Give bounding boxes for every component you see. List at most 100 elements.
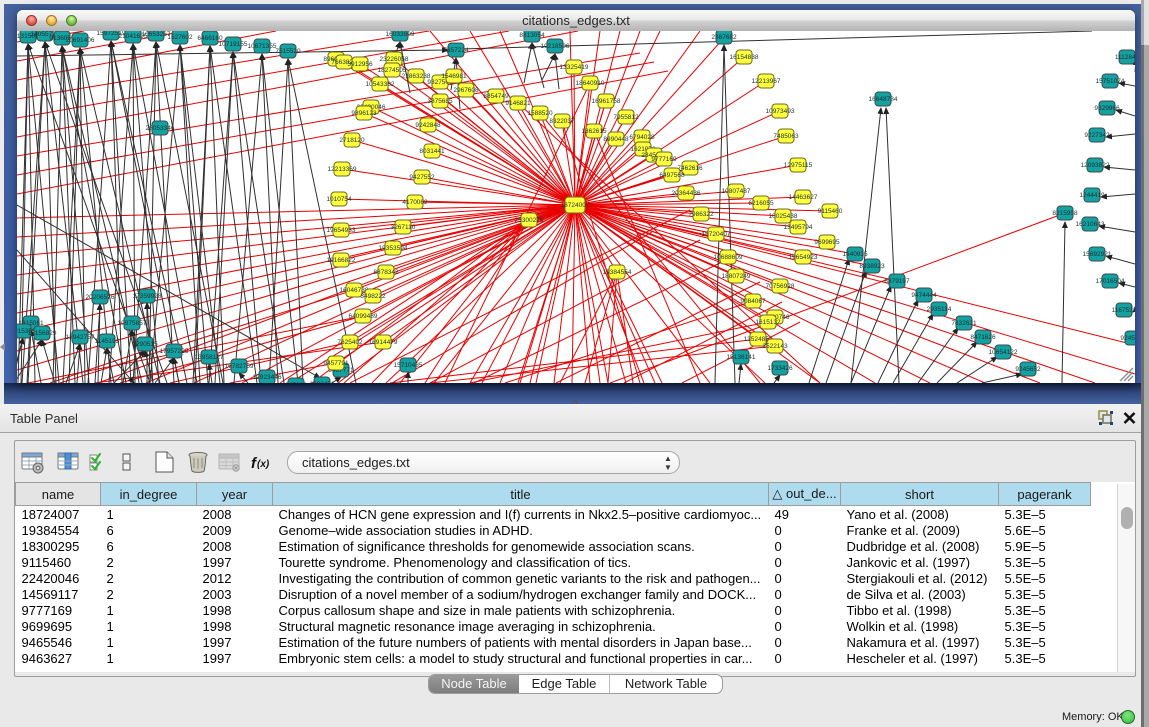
svg-text:9329966: 9329966 [1094, 105, 1120, 112]
svg-text:17359928: 17359928 [133, 293, 162, 300]
svg-text:2522143: 2522143 [762, 343, 788, 350]
svg-text:1290515: 1290515 [132, 341, 158, 348]
svg-text:8471626: 8471626 [970, 334, 996, 341]
svg-text:12156829: 12156829 [28, 330, 57, 337]
svg-text:1546981: 1546981 [441, 73, 467, 80]
svg-text:16154838: 16154838 [730, 54, 759, 61]
svg-text:1010754: 1010754 [326, 196, 352, 203]
svg-text:19384554: 19384554 [603, 269, 632, 276]
svg-text:19654933: 19654933 [327, 227, 356, 234]
svg-text:7986322: 7986322 [688, 211, 714, 218]
svg-text:9457791: 9457791 [323, 360, 349, 367]
svg-text:18640910: 18640910 [576, 80, 605, 87]
svg-text:8031441: 8031441 [419, 148, 445, 155]
svg-text:23226058: 23226058 [380, 56, 409, 63]
svg-text:28053346: 28053346 [146, 125, 175, 132]
svg-text:10671355: 10671355 [248, 43, 277, 50]
svg-text:64099489: 64099489 [349, 313, 378, 320]
svg-text:9896123: 9896123 [351, 110, 377, 117]
svg-text:9777169: 9777169 [651, 156, 677, 163]
svg-text:7485063: 7485063 [773, 133, 799, 140]
svg-text:1733426: 1733426 [767, 365, 793, 372]
svg-text:12213369: 12213369 [328, 166, 357, 173]
svg-text:13958127: 13958127 [195, 354, 224, 361]
svg-text:8813054: 8813054 [519, 32, 545, 39]
svg-text:3267110: 3267110 [391, 224, 416, 231]
svg-text:9427552: 9427552 [409, 174, 435, 181]
svg-text:20364436: 20364436 [672, 190, 701, 197]
svg-text:2387682: 2387682 [711, 34, 737, 41]
svg-text:10025438: 10025438 [769, 213, 798, 220]
svg-text:12093822: 12093822 [1081, 162, 1110, 169]
svg-text:9242848: 9242848 [415, 122, 441, 129]
svg-text:16033809: 16033809 [386, 31, 415, 38]
svg-text:8322037: 8322037 [549, 118, 575, 125]
svg-text:15720407: 15720407 [702, 231, 731, 238]
svg-text:2967608: 2967608 [453, 87, 479, 94]
svg-text:9227342: 9227342 [1084, 132, 1110, 139]
svg-text:1244419: 1244419 [1079, 192, 1105, 199]
svg-text:7955812: 7955812 [613, 114, 639, 121]
svg-text:9245012: 9245012 [1120, 335, 1135, 342]
svg-text:6216055: 6216055 [748, 200, 774, 207]
svg-text:25300275: 25300275 [515, 217, 544, 224]
svg-text:16914479: 16914479 [369, 339, 398, 346]
svg-text:3912956: 3912956 [347, 61, 373, 68]
svg-text:1640935: 1640935 [842, 251, 868, 258]
svg-text:2718120: 2718120 [339, 137, 365, 144]
svg-text:945012: 945012 [285, 382, 307, 383]
svg-text:19353594: 19353594 [379, 245, 408, 252]
svg-text:7515520: 7515520 [275, 48, 301, 55]
svg-text:15710485: 15710485 [394, 362, 423, 369]
svg-text:16782759: 16782759 [225, 363, 254, 370]
svg-text:18724007: 18724007 [561, 202, 590, 209]
svg-text:12942757: 12942757 [66, 334, 95, 341]
svg-text:10719155: 10719155 [219, 41, 248, 48]
svg-text:19166822: 19166822 [327, 257, 356, 264]
svg-text:18807249: 18807249 [722, 273, 751, 280]
svg-text:1145193: 1145193 [95, 338, 120, 345]
svg-text:15692921: 15692921 [1083, 251, 1112, 258]
svg-text:9699695: 9699695 [814, 239, 840, 246]
svg-text:1362615: 1362615 [581, 128, 607, 135]
svg-text:10975857: 10975857 [118, 320, 147, 327]
svg-text:2935114: 2935114 [927, 306, 952, 313]
svg-text:17957225: 17957225 [160, 348, 189, 355]
svg-text:13495794: 13495794 [784, 224, 813, 231]
svg-text:4170062: 4170062 [402, 199, 428, 206]
svg-text:6497568: 6497568 [659, 172, 685, 179]
svg-text:20691406: 20691406 [66, 37, 95, 44]
svg-text:(x): (x) [257, 459, 270, 470]
svg-text:9474444: 9474444 [911, 292, 937, 299]
svg-text:9146821: 9146821 [505, 100, 531, 107]
svg-text:14463627: 14463627 [789, 194, 818, 201]
svg-text:8938923: 8938923 [859, 263, 885, 270]
svg-text:1588520: 1588520 [527, 110, 553, 117]
svg-text:10973493: 10973493 [766, 108, 795, 115]
svg-text:10688609: 10688609 [714, 254, 743, 261]
svg-text:6794028: 6794028 [629, 134, 655, 141]
svg-text:10807487: 10807487 [722, 188, 751, 195]
svg-text:10654122: 10654122 [989, 349, 1018, 356]
svg-text:1527602: 1527602 [167, 34, 193, 41]
svg-text:9084067: 9084067 [740, 298, 766, 305]
svg-text:6879197: 6879197 [884, 278, 910, 285]
svg-text:19654923: 19654923 [789, 254, 818, 261]
svg-text:1615132: 1615132 [755, 319, 781, 326]
svg-text:8215958: 8215958 [1052, 210, 1078, 217]
svg-text:12923446: 12923446 [253, 374, 282, 381]
svg-text:12975115: 12975115 [784, 162, 813, 169]
svg-text:3875685: 3875685 [427, 98, 453, 105]
svg-text:12213967: 12213967 [752, 78, 781, 85]
svg-text:19218506: 19218506 [541, 43, 570, 50]
svg-text:8990448: 8990448 [603, 136, 629, 143]
svg-text:70756928: 70756928 [766, 283, 795, 290]
svg-text:7357224: 7357224 [443, 47, 469, 54]
svg-text:7462616: 7462616 [677, 165, 703, 172]
svg-text:17016504: 17016504 [1096, 278, 1125, 285]
svg-text:1167531: 1167531 [1112, 307, 1135, 314]
svg-text:15751074: 15751074 [1096, 78, 1125, 85]
svg-text:1092456: 1092456 [309, 381, 335, 383]
svg-text:16210643: 16210643 [1076, 221, 1105, 228]
svg-text:15136141: 15136141 [727, 354, 756, 361]
